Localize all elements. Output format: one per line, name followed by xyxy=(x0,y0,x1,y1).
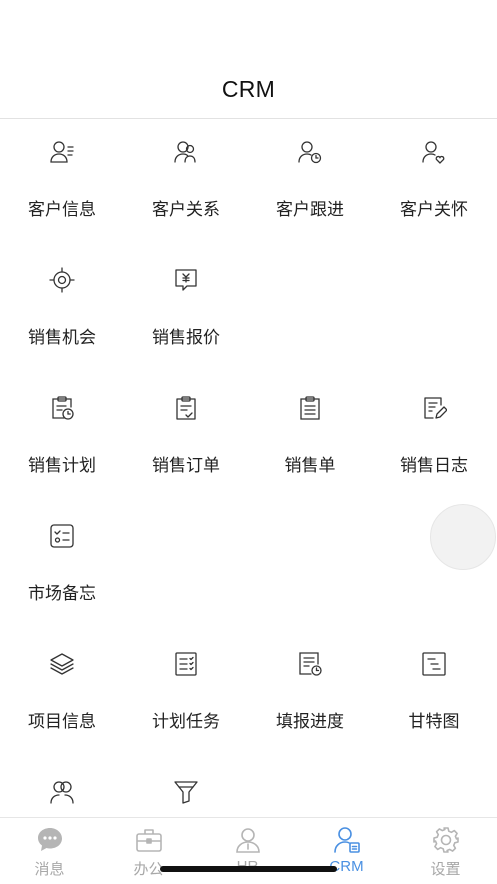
tab-settings[interactable]: 设置 xyxy=(396,818,495,884)
tile-label: 销售日志 xyxy=(400,456,468,475)
briefcase-icon xyxy=(135,826,163,854)
tile-label: 市场备忘 xyxy=(28,584,96,603)
tile-label: 销售机会 xyxy=(28,328,96,347)
tile-label: 客户关怀 xyxy=(400,200,468,219)
tab-hr[interactable]: HR xyxy=(198,818,297,884)
tile-label: 销售单 xyxy=(284,456,336,475)
tile-plan-task[interactable]: 计划任务 xyxy=(124,631,248,731)
tile-sales-slip[interactable]: 销售单 xyxy=(248,375,372,475)
gantt-icon xyxy=(421,651,447,677)
doc-clock-icon xyxy=(297,651,323,677)
tile-sales-order[interactable]: 销售订单 xyxy=(124,375,248,475)
floating-assistive-button[interactable] xyxy=(430,504,496,570)
tile-fill-progress[interactable]: 填报进度 xyxy=(248,631,372,731)
tile-gantt-chart[interactable]: 甘特图 xyxy=(372,631,496,731)
tab-label: 消息 xyxy=(34,861,65,878)
note-edit-icon xyxy=(421,395,447,421)
customer-relation-icon xyxy=(173,139,199,165)
clipboard-list-icon xyxy=(297,395,323,421)
home-indicator[interactable] xyxy=(160,866,337,872)
tile-label: 销售订单 xyxy=(152,456,220,475)
tile-customer-care[interactable]: 客户关怀 xyxy=(372,119,496,219)
tile-customer-followup[interactable]: 客户跟进 xyxy=(248,119,372,219)
customer-info-icon xyxy=(49,139,75,165)
module-grid: 客户信息 客户关系 客户跟进 客户关怀 销售机会 销售报价 销售计划 销售订单 … xyxy=(0,119,497,817)
clipboard-clock-icon xyxy=(49,395,75,421)
person-icon xyxy=(234,826,262,854)
tile-sales-quote[interactable]: 销售报价 xyxy=(124,247,248,347)
tile-label: 客户关系 xyxy=(152,200,220,219)
funnel-icon xyxy=(173,779,199,805)
tile-users[interactable] xyxy=(0,759,124,817)
layers-icon xyxy=(49,651,75,677)
crm-person-icon xyxy=(333,826,361,854)
target-icon xyxy=(49,267,75,293)
tile-label: 甘特图 xyxy=(408,712,460,731)
tile-market-memo[interactable]: 市场备忘 xyxy=(0,503,124,603)
chat-icon xyxy=(36,826,64,854)
tile-label: 客户跟进 xyxy=(276,200,344,219)
tile-customer-info[interactable]: 客户信息 xyxy=(0,119,124,219)
tile-label: 客户信息 xyxy=(28,200,96,219)
customer-care-icon xyxy=(421,139,447,165)
bottom-tab-bar: 消息 办公 HR CRM xyxy=(0,817,497,883)
customer-followup-icon xyxy=(297,139,323,165)
gear-icon xyxy=(432,826,460,854)
tile-sales-plan[interactable]: 销售计划 xyxy=(0,375,124,475)
tab-office[interactable]: 办公 xyxy=(99,818,198,884)
checklist-icon xyxy=(49,523,75,549)
tile-label: 销售报价 xyxy=(152,328,220,347)
tab-label: 设置 xyxy=(430,861,461,878)
tile-project-info[interactable]: 项目信息 xyxy=(0,631,124,731)
tile-funnel[interactable] xyxy=(124,759,248,817)
tile-label: 填报进度 xyxy=(276,712,344,731)
yuan-chat-icon xyxy=(173,267,199,293)
task-list-icon xyxy=(173,651,199,677)
users-icon xyxy=(49,779,75,805)
tile-customer-relation[interactable]: 客户关系 xyxy=(124,119,248,219)
page-title: CRM xyxy=(221,76,276,102)
tile-sales-opportunity[interactable]: 销售机会 xyxy=(0,247,124,347)
tile-label: 销售计划 xyxy=(28,456,96,475)
top-bar: CRM xyxy=(0,0,497,119)
tile-label: 计划任务 xyxy=(152,712,220,731)
tile-sales-log[interactable]: 销售日志 xyxy=(372,375,496,475)
tab-crm[interactable]: CRM xyxy=(297,818,396,884)
tile-label: 项目信息 xyxy=(28,712,96,731)
clipboard-check-icon xyxy=(173,395,199,421)
tab-messages[interactable]: 消息 xyxy=(0,818,99,884)
